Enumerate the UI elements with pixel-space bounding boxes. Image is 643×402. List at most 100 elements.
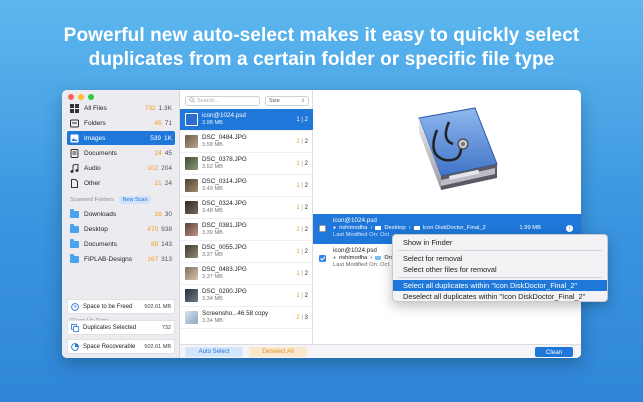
chevron-right-icon: › bbox=[370, 225, 373, 231]
duplicate-count: 1 | 2 bbox=[296, 116, 308, 123]
search-placeholder: Search... bbox=[197, 98, 220, 104]
total-count: 45 bbox=[164, 149, 172, 157]
clean-button[interactable]: Clean bbox=[535, 347, 573, 357]
duplicate-checkbox[interactable] bbox=[319, 255, 326, 262]
file-row[interactable]: Screensho...46.58 copy 3.34 MB 2 | 3 bbox=[180, 307, 313, 329]
document-icon bbox=[70, 148, 79, 158]
duplicate-count: 1 | 2 bbox=[296, 204, 308, 211]
menu-item-show-in-finder[interactable]: Show in Finder bbox=[393, 237, 607, 248]
duplicate-count: 1 | 2 bbox=[296, 292, 308, 299]
window-controls bbox=[68, 94, 94, 100]
selected-count: 21 bbox=[154, 179, 162, 187]
chevron-right-icon: › bbox=[370, 255, 373, 261]
file-size: 3.98 MB bbox=[202, 120, 223, 126]
file-name: DSC_0381.JPG bbox=[202, 222, 247, 229]
total-count: 71 bbox=[164, 119, 172, 127]
sidebar-item-images[interactable]: Images 539 1K bbox=[67, 131, 175, 145]
selected-count: 45 bbox=[154, 119, 162, 127]
file-size: 3.49 MB bbox=[202, 186, 223, 192]
disk-doctor-icon bbox=[397, 100, 507, 210]
auto-select-button[interactable]: Auto Select bbox=[185, 347, 243, 357]
menu-item-select-for-removal[interactable]: Select for removal bbox=[393, 253, 607, 264]
pie-icon bbox=[71, 342, 79, 351]
duplicate-count: 1 | 2 bbox=[296, 226, 308, 233]
file-name: DSC_0200.JPG bbox=[202, 288, 247, 295]
duplicate-count: 1 | 2 bbox=[296, 270, 308, 277]
sidebar-item-folders[interactable]: Folders 45 71 bbox=[67, 116, 175, 130]
duplicate-size: 1.99 MB bbox=[519, 225, 541, 231]
photo-thumbnail bbox=[185, 267, 198, 280]
sort-select[interactable]: Size ⇕ bbox=[265, 96, 309, 106]
stat-label: Duplicates Selected bbox=[83, 324, 137, 331]
psd-file-icon bbox=[185, 113, 198, 126]
stat-duplicates-selected: Duplicates Selected 732 bbox=[67, 320, 175, 335]
stat-value: 502.61 MB bbox=[144, 303, 171, 310]
new-scan-button[interactable]: New Scan bbox=[119, 196, 151, 204]
headline-line-2: duplicates from a certain folder or spec… bbox=[88, 49, 555, 70]
close-window-button[interactable] bbox=[68, 94, 74, 100]
file-row[interactable]: DSC_0324.JPG 3.48 MB 1 | 2 bbox=[180, 197, 313, 219]
total-count: 30 bbox=[164, 210, 172, 218]
total-count: 204 bbox=[161, 164, 172, 172]
sidebar-item-audio[interactable]: Audio 102 204 bbox=[67, 161, 175, 175]
minimize-window-button[interactable] bbox=[78, 94, 84, 100]
scanned-folder-downloads[interactable]: Downloads 16 30 bbox=[67, 207, 175, 221]
scanned-folder-documents[interactable]: Documents 99 143 bbox=[67, 237, 175, 251]
photo-thumbnail bbox=[185, 179, 198, 192]
file-row[interactable]: DSC_0055.JPG 3.37 MB 1 | 2 bbox=[180, 241, 313, 263]
menu-item-select-all-within-folder[interactable]: Select all duplicates within "Icon DiskD… bbox=[393, 280, 607, 291]
folder-icon bbox=[375, 255, 382, 261]
sidebar-item-documents[interactable]: Documents 24 45 bbox=[67, 146, 175, 160]
sidebar-item-all-files[interactable]: All Files 732 1.3K bbox=[67, 101, 175, 115]
file-row[interactable]: DSC_0381.JPG 3.39 MB 1 | 2 bbox=[180, 219, 313, 241]
file-row[interactable]: DSC_0378.JPG 3.52 MB 1 | 2 bbox=[180, 153, 313, 175]
info-icon[interactable]: i bbox=[566, 225, 573, 232]
stat-label: Space to be Freed bbox=[83, 303, 133, 310]
file-size: 3.58 MB bbox=[202, 142, 223, 148]
file-name: DSC_0314.JPG bbox=[202, 178, 247, 185]
file-size: 3.48 MB bbox=[202, 208, 223, 214]
file-icon bbox=[70, 178, 79, 188]
context-menu: Show in Finder Select for removal Select… bbox=[392, 234, 608, 302]
image-icon bbox=[70, 134, 79, 143]
file-row[interactable]: DSC_0200.JPG 3.34 MB 1 | 2 bbox=[180, 285, 313, 307]
file-row[interactable]: DSC_0484.JPG 3.58 MB 1 | 2 bbox=[180, 131, 313, 153]
sidebar-item-label: Other bbox=[84, 179, 101, 187]
duplicate-path: ● rishimodha › Desktop › Icon DiskDoctor… bbox=[333, 225, 486, 231]
scanned-folder-desktop[interactable]: Desktop 470 938 bbox=[67, 222, 175, 236]
duplicate-count: 1 | 2 bbox=[296, 182, 308, 189]
search-input[interactable]: Search... bbox=[185, 96, 260, 106]
menu-item-select-other-files[interactable]: Select other files for removal bbox=[393, 264, 607, 275]
deselect-all-button[interactable]: Deselect All bbox=[249, 347, 307, 357]
scanned-folder-fiplab-designs[interactable]: FIPLAB-Designs 167 313 bbox=[67, 252, 175, 266]
copy-icon bbox=[71, 323, 79, 332]
file-row[interactable]: DSC_0314.JPG 3.49 MB 1 | 2 bbox=[180, 175, 313, 197]
selected-count: 167 bbox=[147, 255, 159, 263]
file-name: DSC_0378.JPG bbox=[202, 156, 247, 163]
scanned-folder-label: Documents bbox=[84, 240, 117, 248]
file-row[interactable]: icon@1024.psd 3.98 MB 1 | 2 bbox=[180, 109, 313, 131]
scanned-folder-label: FIPLAB-Designs bbox=[84, 255, 133, 263]
zoom-window-button[interactable] bbox=[88, 94, 94, 100]
sidebar: All Files 732 1.3K Folders 45 71 Images … bbox=[62, 90, 180, 358]
chevron-right-icon: › bbox=[408, 225, 411, 231]
file-name: DSC_0483.JPG bbox=[202, 266, 247, 273]
selected-count: 102 bbox=[147, 164, 159, 172]
user-icon: ● bbox=[333, 255, 337, 261]
total-count: 313 bbox=[161, 255, 172, 263]
grid-icon bbox=[70, 103, 79, 113]
duplicate-checkbox[interactable] bbox=[319, 225, 326, 232]
photo-thumbnail bbox=[185, 245, 198, 258]
folder-icon bbox=[70, 239, 79, 249]
folder-icon bbox=[375, 225, 382, 231]
sidebar-item-other[interactable]: Other 21 24 bbox=[67, 176, 175, 190]
total-count: 1.3K bbox=[158, 104, 172, 112]
folder-icon bbox=[413, 225, 420, 231]
search-icon bbox=[189, 97, 195, 105]
file-name: DSC_0484.JPG bbox=[202, 134, 247, 141]
file-row[interactable]: DSC_0483.JPG 3.37 MB 1 | 2 bbox=[180, 263, 313, 285]
menu-separator bbox=[398, 277, 602, 278]
file-list-pane: Search... Size ⇕ icon@1024.psd 3.98 MB 1 … bbox=[180, 90, 313, 358]
menu-item-deselect-all-within-folder[interactable]: Deselect all duplicates within "Icon Dis… bbox=[393, 291, 607, 302]
file-size: 3.37 MB bbox=[202, 274, 223, 280]
